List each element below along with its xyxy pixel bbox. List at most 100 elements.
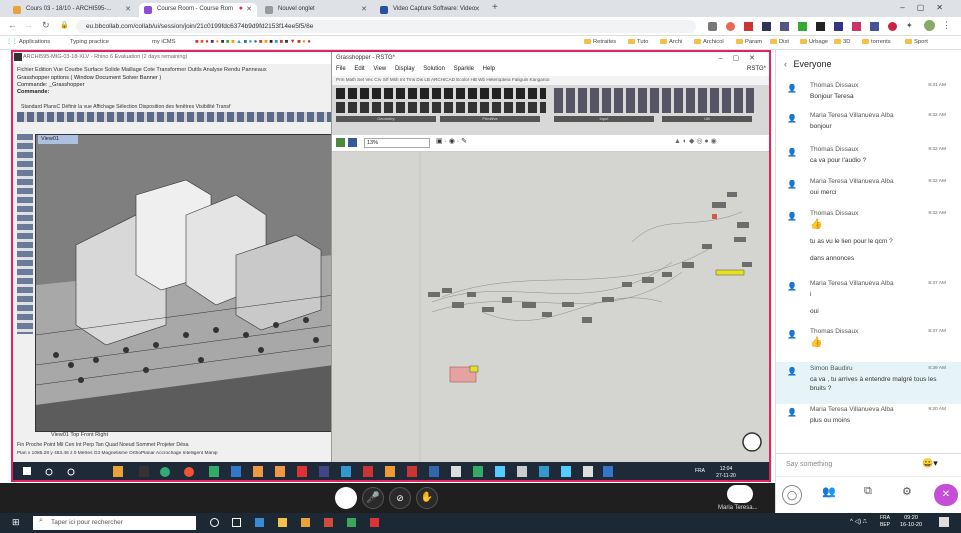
bookmarks-bar: ⋮⋮ Applications Typing practice my iCMS … [0, 36, 961, 50]
rhino-standard-toolbar[interactable] [17, 112, 331, 122]
bookmark-folder[interactable]: Archicol [694, 39, 724, 45]
gh-menu-display[interactable]: Display [395, 66, 415, 72]
extension-icon[interactable] [834, 22, 843, 31]
bookmark-folder[interactable]: Param [736, 39, 762, 45]
extension-icon[interactable] [816, 22, 825, 31]
bookmark-folder[interactable]: Sport [905, 39, 928, 45]
gh-menu-file[interactable]: File [336, 66, 346, 72]
emoji-icon[interactable]: 😀▾ [922, 458, 938, 469]
gh-menu-edit[interactable]: Edit [354, 66, 364, 72]
windows-search-input[interactable]: Taper ici pour rechercher [33, 516, 196, 530]
acrobat-icon[interactable] [370, 518, 379, 527]
display-mode-icons[interactable]: ▲ ◐ ◆ ◎ ● ◉ [674, 137, 717, 145]
app-icon[interactable] [324, 518, 333, 527]
keyboard-language[interactable]: FRA BEP [880, 515, 890, 529]
extension-icon[interactable] [870, 22, 879, 31]
extension-icon[interactable] [744, 22, 753, 31]
windows-start-icon[interactable]: ⊞ [12, 517, 20, 528]
rhino-toolbar-tabs[interactable]: Standard PlansC Définir la vue Affichage… [21, 104, 331, 110]
rhino-osnap-bar[interactable]: Fin Proche Point Mil Cen Int Perp Tan Qu… [17, 442, 331, 448]
close-icon[interactable]: ✕ [246, 5, 252, 13]
bookmark-folder[interactable]: Dist [770, 39, 789, 45]
extension-icon[interactable] [780, 22, 789, 31]
notifications-icon[interactable] [939, 517, 949, 527]
gh-params-row[interactable] [336, 102, 546, 113]
profile-button[interactable] [335, 487, 357, 509]
window-controls[interactable]: –▢✕ [900, 3, 955, 12]
rhino-view-tabs[interactable]: View01 Top Front Right [51, 432, 108, 438]
back-icon[interactable]: ← [8, 20, 17, 30]
bookmark-folder[interactable]: Tuto [628, 39, 648, 45]
file-explorer-icon[interactable] [278, 518, 287, 527]
gh-menu-help[interactable]: Help [483, 66, 495, 72]
url-field[interactable]: eu.bbcollab.com/collab/ui/session/join/2… [76, 20, 696, 33]
meeting-controls-bar: 🎤 ⊘ ✋ [0, 483, 780, 513]
message-text: ca va , tu arrives à entendre malgré tou… [810, 376, 937, 392]
bookmark-item[interactable]: Typing practice [70, 39, 109, 45]
save-icon[interactable] [348, 138, 357, 147]
person-icon: 👤 [787, 408, 797, 417]
gh-component-palette[interactable]: Geometry Primitive Input Util [332, 85, 769, 135]
gh-params-row[interactable] [554, 88, 754, 113]
gh-menu-solution[interactable]: Solution [423, 66, 445, 72]
app-icon[interactable] [301, 518, 310, 527]
task-view-icon[interactable] [232, 518, 241, 527]
reload-icon[interactable]: ↻ [42, 20, 50, 31]
extension-icon[interactable] [762, 22, 771, 31]
gh-canvas[interactable] [332, 152, 769, 464]
system-tray-icons[interactable]: ^ ◁) ⎍ [850, 518, 867, 526]
app-icon[interactable] [347, 518, 356, 527]
raise-hand-icon[interactable]: ✋ [416, 487, 438, 509]
gh-params-row[interactable] [336, 88, 546, 99]
rhino-viewport[interactable]: View01 [35, 134, 335, 432]
settings-gear-icon[interactable]: ⚙ [902, 485, 912, 498]
close-panel-icon[interactable]: ✕ [934, 484, 958, 506]
rhino-menu-bar[interactable]: Fichier Édition Vue Courbe Surface Solid… [17, 67, 331, 73]
bookmark-item[interactable]: ⋮⋮ Applications [6, 39, 50, 45]
extension-icon[interactable] [708, 22, 717, 31]
bookmark-item[interactable]: my iCMS [152, 39, 176, 45]
chat-tab-icon[interactable]: ◯ [782, 485, 802, 505]
cortana-icon[interactable] [210, 518, 219, 527]
open-icon[interactable] [336, 138, 345, 147]
gh-component-tabs[interactable]: Prm Math Set Vec Crv Srf Msh Int Trns Di… [332, 76, 769, 85]
bookmark-folder[interactable]: Urbage [800, 39, 828, 45]
microphone-icon[interactable]: 🎤 [362, 487, 384, 509]
bookmark-folder[interactable]: Retraites [584, 39, 616, 45]
rhino-command-prompt[interactable]: Commande: [17, 89, 49, 95]
edge-icon[interactable] [255, 518, 264, 527]
close-icon[interactable]: ✕ [125, 5, 131, 13]
puzzle-icon[interactable]: ✦ [906, 21, 913, 30]
new-tab-button[interactable]: + [492, 2, 498, 13]
bookmark-folder[interactable]: 3D [834, 39, 850, 45]
windows-clock[interactable]: 09:20 16-10-20 [900, 515, 922, 529]
extension-icon[interactable] [852, 22, 861, 31]
browser-tab[interactable]: Cours 03 - 18/10 - ARCHI595-... ✕ [8, 3, 136, 17]
share-content-icon[interactable]: ⧉ [864, 485, 872, 498]
bookmark-folder[interactable]: Archi [660, 39, 682, 45]
camera-off-icon[interactable]: ⊘ [389, 487, 411, 509]
close-icon[interactable]: ✕ [361, 5, 367, 13]
bookmark-folder[interactable]: torrents [862, 39, 891, 45]
presenter-name: Maria Teresa... [718, 505, 758, 511]
menu-icon[interactable]: ⋮ [942, 20, 951, 31]
browser-tab[interactable]: Nouvel onglet ✕ [260, 3, 372, 17]
zoom-select[interactable]: 13% [364, 138, 430, 148]
rhino-side-toolbar[interactable] [17, 134, 33, 334]
shared-clock-date: 27-11-20 [716, 473, 736, 479]
avatar[interactable] [924, 20, 935, 31]
lock-icon: 🔒 [60, 22, 69, 29]
forward-icon[interactable]: → [24, 20, 33, 30]
extension-icon[interactable] [888, 22, 897, 31]
preview-icon[interactable]: ▣ · ◉ · ✎ [436, 137, 467, 145]
back-chevron-icon[interactable]: ‹ [784, 59, 787, 69]
attendees-icon[interactable]: 👥 [822, 485, 836, 498]
gh-window-controls[interactable]: –▢✕ [719, 54, 765, 62]
gh-menu-view[interactable]: View [373, 66, 386, 72]
browser-tab[interactable]: Video Capture Software: Video ✕ [375, 3, 485, 17]
opera-icon[interactable] [726, 22, 735, 31]
extension-icon[interactable] [798, 22, 807, 31]
close-icon[interactable]: ✕ [474, 5, 480, 13]
browser-tab-active[interactable]: Course Room - Course Rom ● ✕ [139, 3, 257, 17]
gh-menu-sparkle[interactable]: Sparkle [454, 66, 474, 72]
